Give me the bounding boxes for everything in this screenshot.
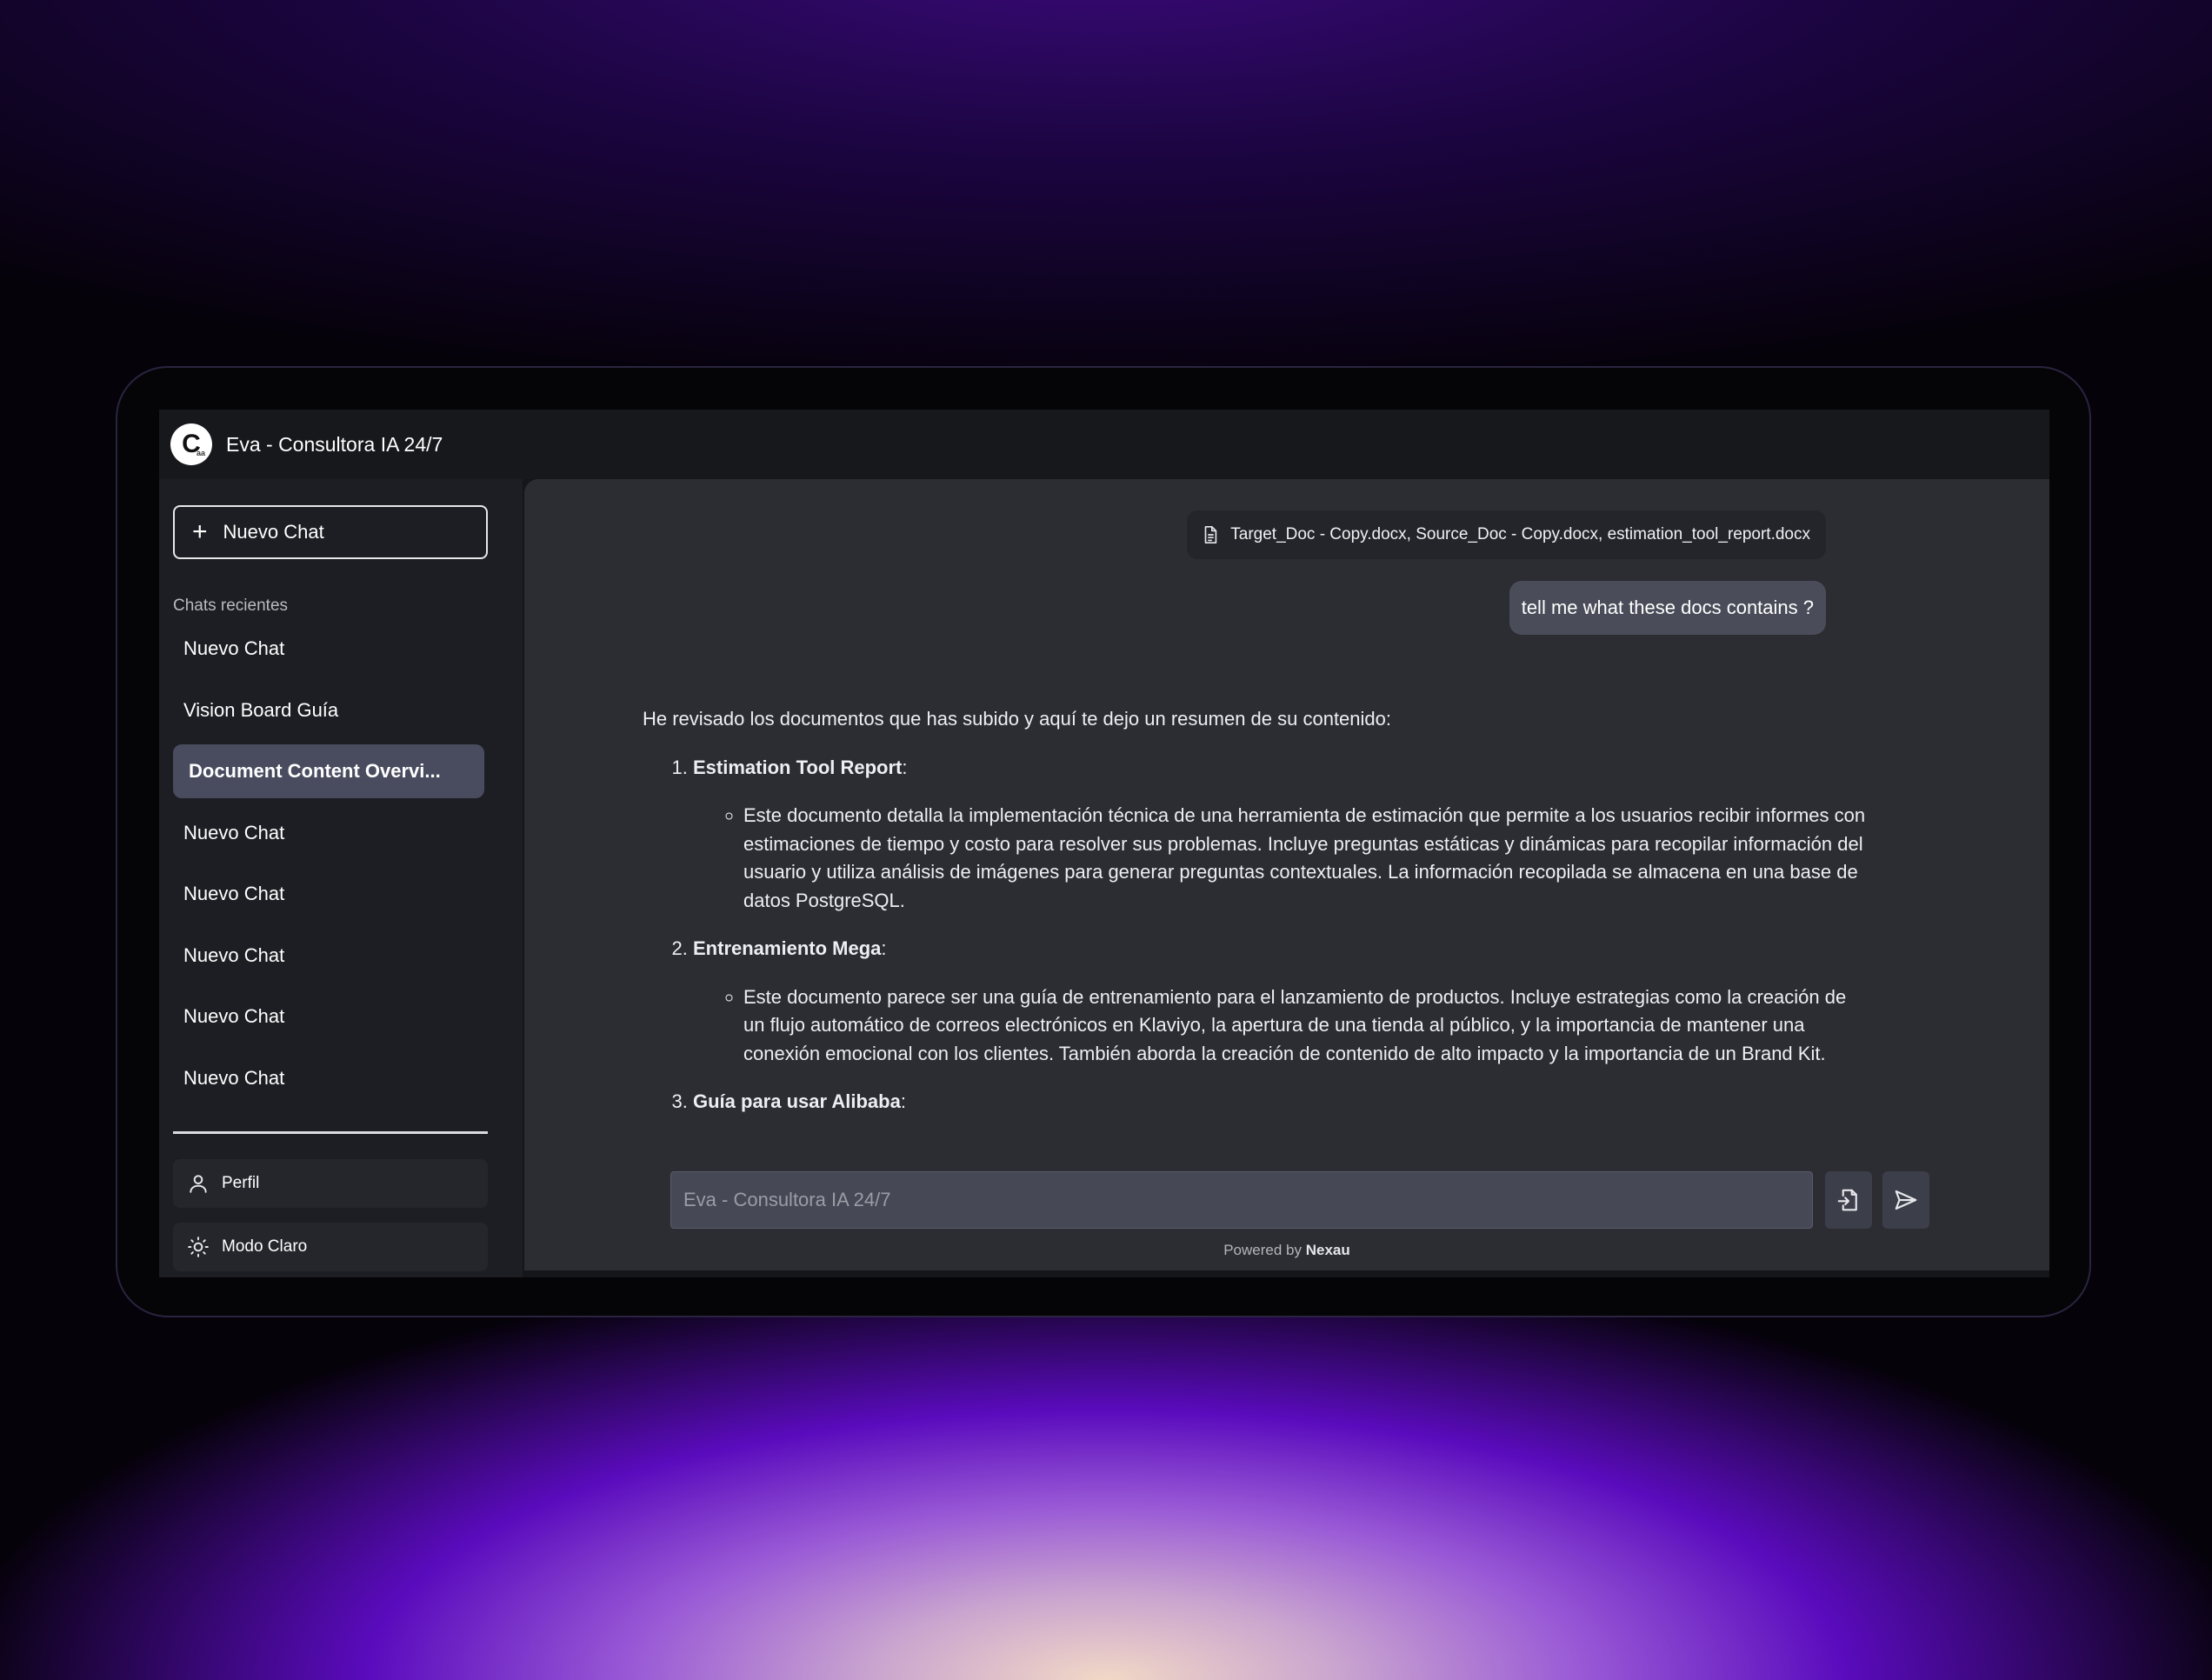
new-chat-label: Nuevo Chat (223, 521, 324, 543)
send-button[interactable] (1882, 1171, 1929, 1229)
summary-item: Entrenamiento Mega: Este documento parec… (693, 935, 1912, 1068)
attachment-chip: Target_Doc - Copy.docx, Source_Doc - Cop… (1187, 510, 1826, 559)
document-summary-list: Estimation Tool Report: Este documento d… (643, 754, 1912, 1117)
summary-item-description: Este documento detalla la implementación… (743, 802, 1867, 915)
user-message-text: tell me what these docs contains ? (1521, 597, 1814, 618)
sun-icon (187, 1236, 210, 1258)
user-message-bubble: tell me what these docs contains ? (1509, 581, 1826, 635)
user-icon (187, 1172, 210, 1195)
logo-sub: aa (196, 449, 205, 457)
composer (670, 1171, 1929, 1229)
chat-item[interactable]: Nuevo Chat (173, 806, 484, 860)
chat-item[interactable]: Vision Board Guía (173, 683, 484, 737)
sidebar-divider (173, 1131, 488, 1134)
chat-item-label: Nuevo Chat (183, 821, 285, 843)
chat-item-label: Document Content Overvi... (189, 760, 441, 782)
send-icon (1893, 1187, 1919, 1213)
app-logo: C aa (170, 423, 212, 465)
chat-panel: Target_Doc - Copy.docx, Source_Doc - Cop… (524, 479, 2049, 1270)
assistant-response: He revisado los documentos que has subid… (643, 705, 1912, 1133)
summary-item-description: Este documento parece ser una guía de en… (743, 983, 1867, 1069)
chat-item[interactable]: Nuevo Chat (173, 990, 484, 1043)
theme-label: Modo Claro (222, 1237, 308, 1256)
file-import-icon (1836, 1187, 1862, 1213)
chat-item[interactable]: Nuevo Chat (173, 622, 484, 676)
theme-toggle-button[interactable]: Modo Claro (173, 1223, 488, 1271)
summary-item-title: Entrenamiento Mega (693, 937, 882, 959)
powered-brand[interactable]: Nexau (1306, 1242, 1350, 1258)
sidebar: + Nuevo Chat Chats recientes Nuevo Chat … (159, 479, 523, 1277)
recent-chats-heading: Chats recientes (173, 597, 289, 615)
chat-item-label: Nuevo Chat (183, 943, 285, 966)
message-input[interactable] (670, 1171, 1813, 1229)
profile-button[interactable]: Perfil (173, 1159, 488, 1208)
chat-item[interactable]: Nuevo Chat (173, 929, 484, 983)
powered-prefix: Powered by (1223, 1242, 1302, 1258)
chat-item-label: Nuevo Chat (183, 1005, 285, 1027)
app-title: Eva - Consultora IA 24/7 (226, 432, 443, 456)
app-window: C aa Eva - Consultora IA 24/7 + Nuevo Ch… (159, 410, 2049, 1277)
chat-item[interactable]: Nuevo Chat (173, 1051, 484, 1105)
chat-item[interactable]: Nuevo Chat (173, 867, 484, 921)
summary-item: Guía para usar Alibaba: (693, 1088, 1912, 1117)
document-icon (1201, 525, 1220, 544)
chat-item-label: Nuevo Chat (183, 883, 285, 904)
chat-item-label: Vision Board Guía (183, 698, 339, 721)
powered-by-footer: Powered by Nexau (524, 1242, 2049, 1259)
plus-icon: + (192, 517, 208, 546)
upload-file-button[interactable] (1825, 1171, 1872, 1229)
chat-item-label: Nuevo Chat (183, 1066, 285, 1089)
summary-item: Estimation Tool Report: Este documento d… (693, 754, 1912, 916)
new-chat-button[interactable]: + Nuevo Chat (173, 505, 488, 559)
summary-item-title: Estimation Tool Report (693, 756, 903, 778)
summary-item-title: Guía para usar Alibaba (693, 1090, 901, 1112)
top-bar: C aa Eva - Consultora IA 24/7 (159, 410, 2049, 479)
attachment-filenames: Target_Doc - Copy.docx, Source_Doc - Cop… (1230, 525, 1810, 543)
profile-label: Perfil (222, 1174, 260, 1192)
chat-list: Nuevo Chat Vision Board Guía Document Co… (173, 622, 484, 1112)
response-intro: He revisado los documentos que has subid… (643, 708, 1391, 730)
chat-item-active[interactable]: Document Content Overvi... (173, 744, 484, 798)
chat-item-label: Nuevo Chat (183, 637, 285, 659)
